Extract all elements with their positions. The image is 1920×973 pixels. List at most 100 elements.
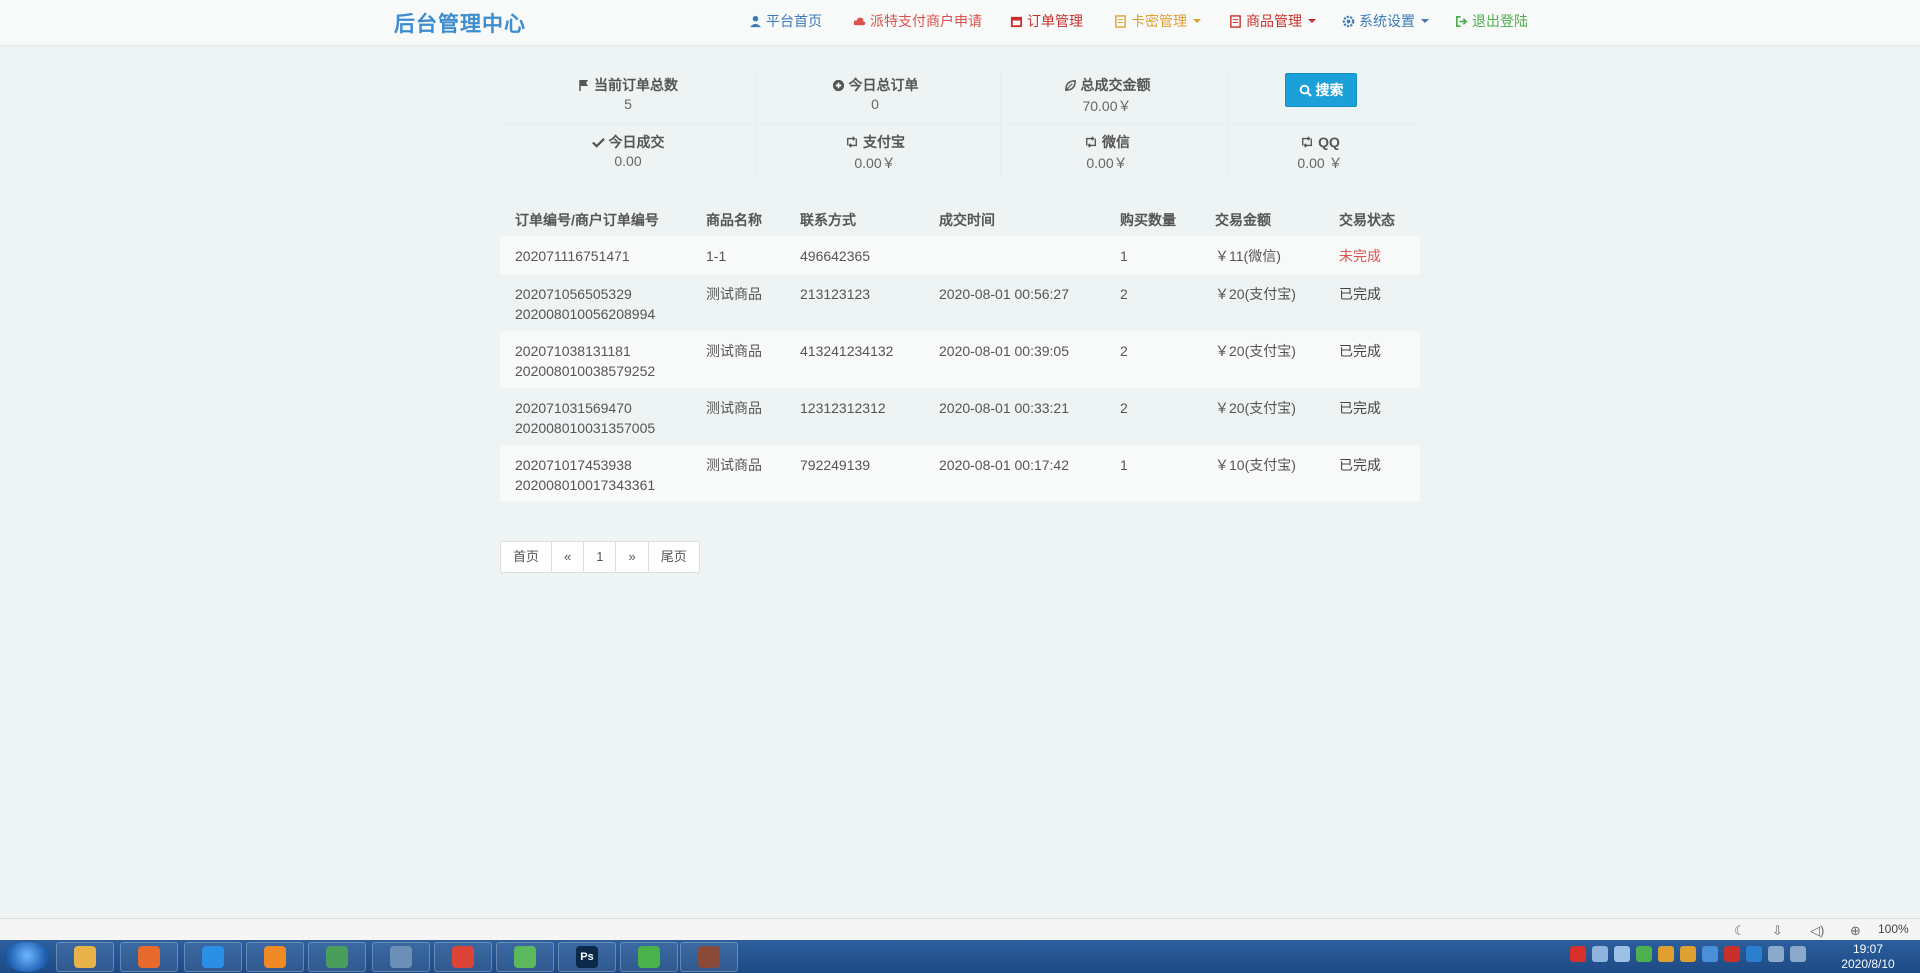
page-number-button[interactable]: 1 (584, 542, 617, 572)
netdisk-tray-icon[interactable] (1702, 946, 1718, 962)
download-icon[interactable]: ⇩ (1772, 923, 1783, 939)
product-cell: 1-1 (706, 248, 727, 264)
network-icon[interactable] (1768, 946, 1784, 962)
qty-cell: 2 (1120, 286, 1128, 302)
wechat-tray-icon[interactable] (1636, 946, 1652, 962)
stats-panel: 当前订单总数 5 今日总订单 0 总成交金额 70.00￥ 搜索 今日成交 0.… (500, 66, 1420, 180)
system-tray (1570, 946, 1806, 962)
qty-cell: 1 (1120, 248, 1128, 264)
qq-tray-icon[interactable] (1658, 946, 1674, 962)
brand-title[interactable]: 后台管理中心 (394, 8, 526, 38)
media-player-app[interactable] (496, 942, 554, 972)
tray-icon[interactable] (1746, 946, 1762, 962)
page-prev-button[interactable]: « (552, 542, 585, 572)
wechat-icon (638, 946, 660, 968)
top-navbar: 后台管理中心 平台首页 派特支付商户申请 订单管理 卡密管理 商品管理 系统设置… (0, 0, 1920, 46)
nav-card-keys[interactable]: 卡密管理 (1114, 11, 1201, 31)
stat-label: 支付宝 (863, 134, 905, 150)
nav-products-label: 商品管理 (1246, 13, 1302, 29)
speaker-icon[interactable]: ◁) (1810, 923, 1824, 939)
contact-cell: 213123123 (800, 286, 871, 302)
stat-label: QQ (1318, 134, 1340, 150)
stat-value: 0.00￥ (1086, 155, 1128, 171)
logout-icon (1456, 15, 1468, 27)
explorer-app[interactable] (56, 942, 114, 972)
table-row[interactable]: 202071038131181 202008010038579252 测试商品 … (500, 331, 1420, 388)
network-app[interactable] (372, 942, 430, 972)
avatar-icon (698, 946, 720, 968)
contact-cell: 413241234132 (800, 343, 894, 359)
status-cell: 已完成 (1339, 343, 1381, 359)
table-row[interactable]: 202071031569470 202008010031357005 测试商品 … (500, 388, 1420, 445)
network-icon (390, 946, 412, 968)
order-no-cell: 202071031569470 202008010031357005 (515, 398, 655, 438)
table-row[interactable]: 202071056505329 202008010056208994 测试商品 … (500, 274, 1420, 331)
nav-merchant-apply-label: 派特支付商户申请 (870, 13, 982, 29)
uc-browser-icon (264, 946, 286, 968)
chevron-down-icon (1193, 19, 1201, 23)
product-cell: 测试商品 (706, 457, 762, 473)
time-cell: 2020-08-01 00:39:05 (939, 343, 1069, 359)
avatar-app[interactable] (680, 942, 738, 972)
page-next-button[interactable]: » (616, 542, 649, 572)
order-no: 202071038131181 (515, 343, 631, 359)
volume-icon[interactable] (1790, 946, 1806, 962)
product-cell: 测试商品 (706, 343, 762, 359)
search-button[interactable]: 搜索 (1285, 73, 1357, 107)
search-button-label: 搜索 (1315, 82, 1344, 98)
status-cell: 已完成 (1339, 400, 1381, 416)
table-row[interactable]: 202071017453938 202008010017343361 测试商品 … (500, 445, 1420, 502)
stat-alipay: 支付宝 0.00￥ (760, 132, 990, 173)
zoom-icon[interactable]: ⊕ (1850, 923, 1861, 939)
user-icon (749, 15, 762, 27)
stat-value: 70.00￥ (1082, 98, 1132, 114)
stat-total-orders: 当前订单总数 5 (513, 75, 743, 112)
tray-icon[interactable] (1724, 946, 1740, 962)
nav-orders[interactable]: 订单管理 (1010, 11, 1083, 31)
order-no: 202071031569470 (515, 400, 632, 416)
stat-value: 0.00￥ (854, 155, 896, 171)
clock-time: 19:07 (1852, 942, 1884, 956)
start-button[interactable] (4, 942, 50, 972)
help-icon[interactable] (1592, 946, 1608, 962)
page-last-button[interactable]: 尾页 (649, 542, 699, 572)
merchant-order-no: 202008010038579252 (515, 363, 656, 379)
table-row[interactable]: 202071116751471 1-1 496642365 1 ￥11(微信) … (500, 236, 1420, 274)
stat-total-amount: 总成交金额 70.00￥ (992, 75, 1222, 116)
nav-home[interactable]: 平台首页 (749, 11, 822, 31)
list-icon (1230, 14, 1241, 28)
wechat-app[interactable] (620, 942, 678, 972)
ime-icon[interactable] (1570, 946, 1586, 962)
nav-merchant-apply[interactable]: 派特支付商户申请 (853, 11, 982, 31)
nav-logout[interactable]: 退出登陆 (1455, 11, 1528, 31)
plus-circle-icon (832, 79, 844, 91)
page-first-button[interactable]: 首页 (501, 542, 553, 572)
order-no-cell: 202071056505329 202008010056208994 (515, 284, 655, 324)
uc-browser-app[interactable] (246, 942, 304, 972)
tray-icon[interactable] (1614, 946, 1630, 962)
nav-home-label: 平台首页 (766, 13, 822, 29)
retweet-icon (1302, 136, 1313, 148)
moon-icon[interactable]: ☾ (1734, 923, 1746, 939)
qq-tray-icon[interactable] (1680, 946, 1696, 962)
stat-label: 微信 (1102, 134, 1130, 150)
clock[interactable]: 19:07 2020/8/10 (1828, 942, 1908, 972)
stat-value: 0 (871, 96, 879, 112)
photoshop-app[interactable]: Ps (558, 942, 616, 972)
stat-value: 5 (624, 96, 632, 112)
amount-cell: ￥20(支付宝) (1215, 400, 1296, 416)
chevron-down-icon (1421, 19, 1429, 23)
retweet-icon (1086, 136, 1096, 148)
chrome-app-1[interactable] (308, 942, 366, 972)
qty-cell: 1 (1120, 457, 1128, 473)
chrome-app-2[interactable] (434, 942, 492, 972)
time-cell: 2020-08-01 00:56:27 (939, 286, 1069, 302)
nav-orders-label: 订单管理 (1027, 13, 1083, 29)
baidu-netdisk-app[interactable] (184, 942, 242, 972)
amount-cell: ￥20(支付宝) (1215, 286, 1296, 302)
firefox-app[interactable] (120, 942, 178, 972)
zoom-level[interactable]: 100% (1878, 922, 1909, 936)
nav-products[interactable]: 商品管理 (1229, 11, 1316, 31)
nav-settings[interactable]: 系统设置 (1342, 11, 1429, 31)
stat-label: 总成交金额 (1080, 77, 1151, 93)
